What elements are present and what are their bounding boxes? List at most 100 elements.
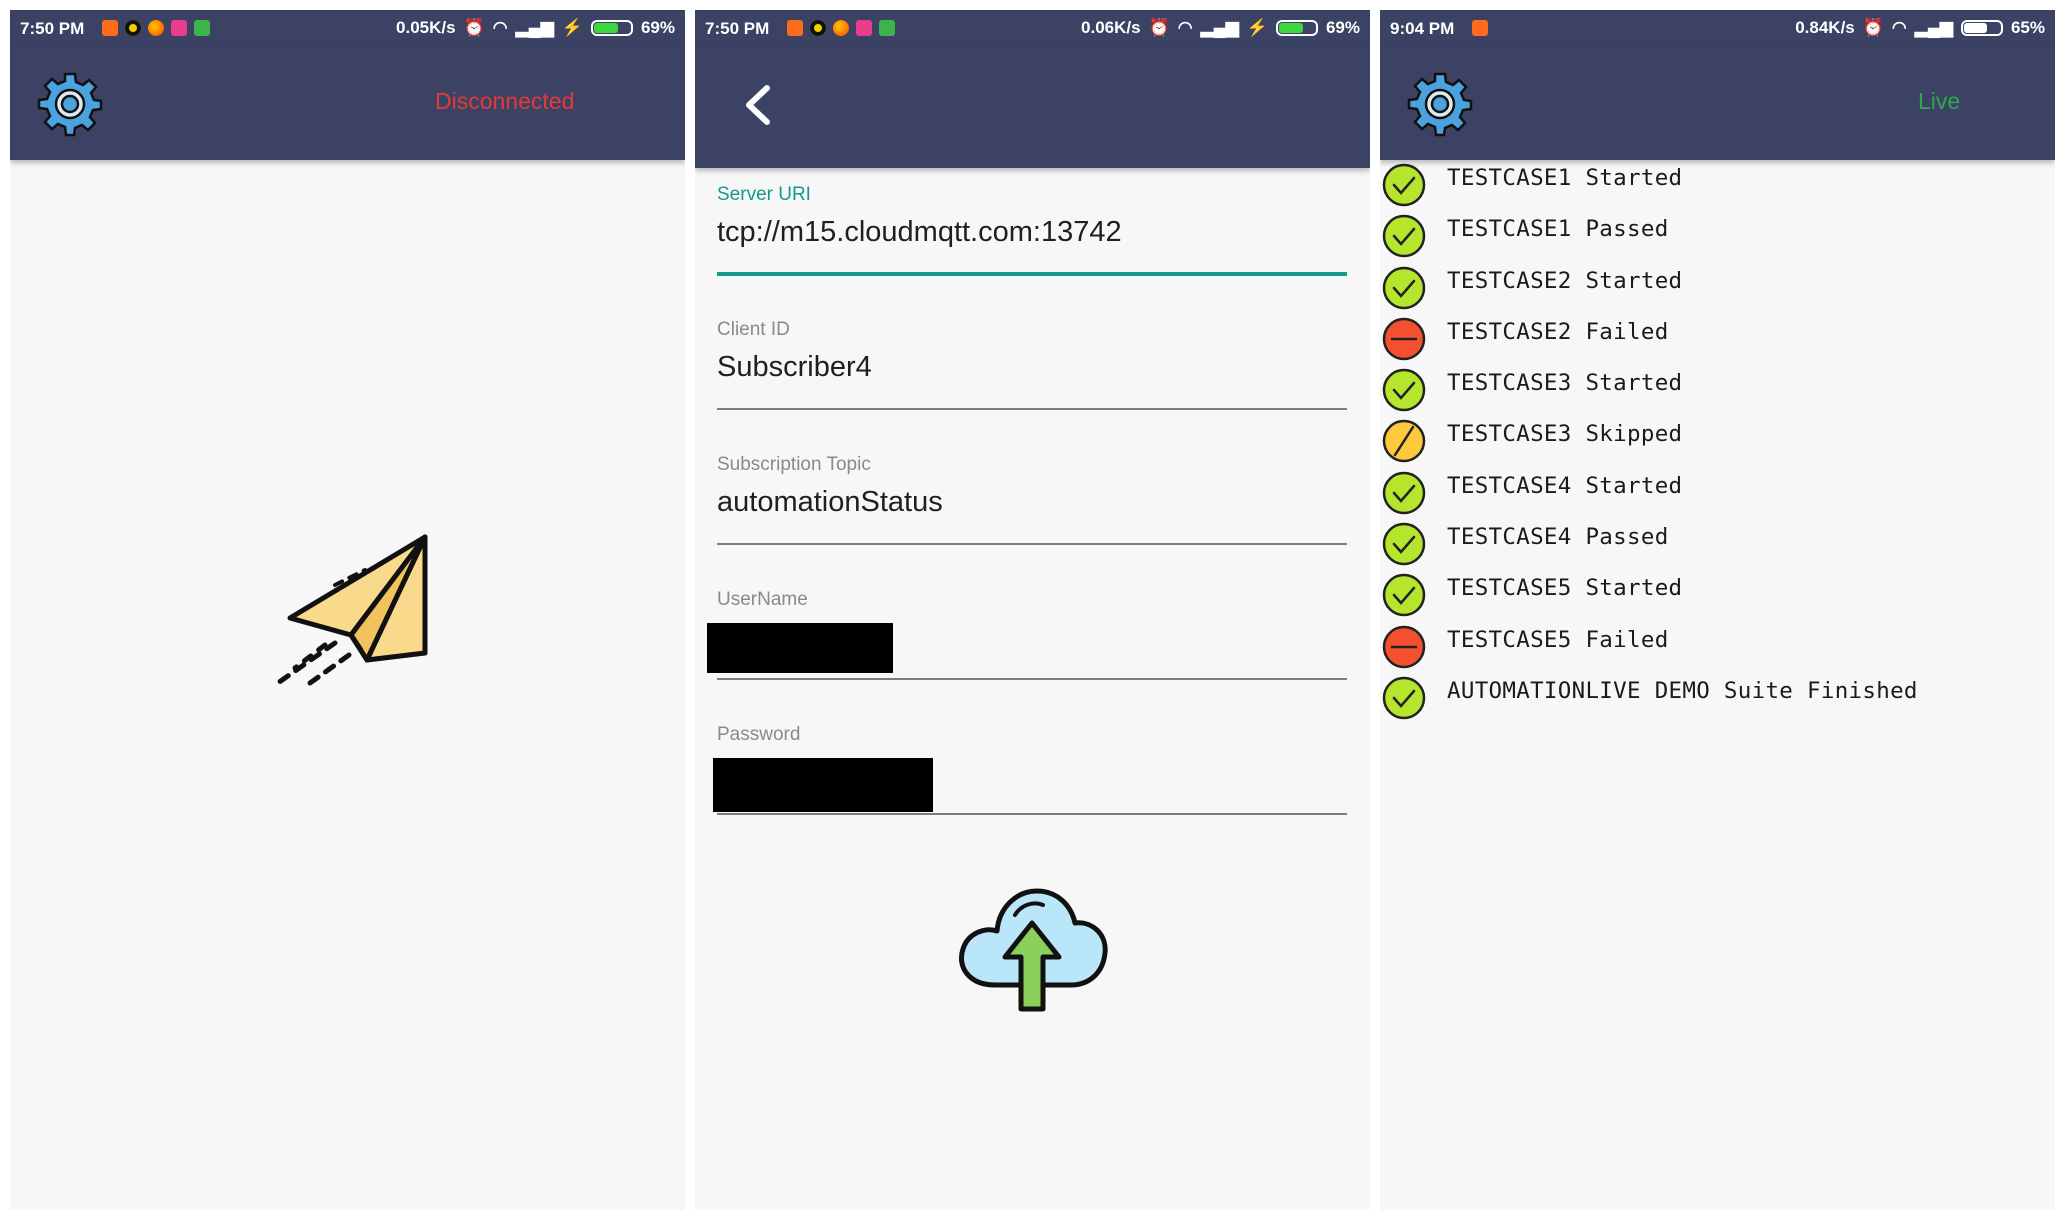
- client-id-field: Client ID: [717, 305, 1347, 440]
- log-text: TESTCASE2 Started: [1447, 267, 1683, 294]
- cloud-upload-icon[interactable]: [955, 885, 1110, 1020]
- battery-icon: [590, 20, 633, 36]
- log-text: TESTCASE2 Failed: [1447, 318, 1669, 345]
- check-icon: [1382, 266, 1426, 309]
- app-notification-icon: [171, 20, 187, 36]
- connection-status: Live: [1918, 88, 1961, 114]
- wifi-icon: ◠: [1177, 18, 1193, 37]
- log-text: TESTCASE4 Started: [1447, 472, 1683, 499]
- check-icon: [1382, 215, 1426, 258]
- status-time: 9:04 PM: [1390, 19, 1455, 38]
- battery-icon: [1275, 20, 1318, 36]
- log-text: TESTCASE5 Failed: [1447, 626, 1669, 653]
- input-underline: [717, 543, 1347, 545]
- topic-label: Subscription Topic: [717, 454, 871, 475]
- log-row: TESTCASE5 Started: [1380, 570, 2055, 621]
- password-input-redacted[interactable]: [713, 758, 933, 812]
- log-text: TESTCASE5 Started: [1447, 575, 1683, 602]
- signal-icon: ▂▄▆: [1914, 18, 1953, 37]
- skip-icon: [1382, 420, 1426, 463]
- log-text: TESTCASE1 Started: [1447, 165, 1683, 191]
- log-row: TESTCASE3 Skipped: [1380, 416, 2055, 467]
- server-uri-field: Server URI: [717, 170, 1347, 305]
- server-uri-label: Server URI: [717, 184, 811, 205]
- charging-icon: ⚡: [1246, 18, 1268, 37]
- battery-level: [1278, 23, 1304, 33]
- app-notification-icon: [125, 20, 141, 36]
- alarm-icon: ⏰: [1148, 18, 1170, 37]
- signal-icon: ▂▄▆: [515, 18, 554, 37]
- log-row: AUTOMATIONLIVE DEMO Suite Finished: [1380, 673, 2055, 724]
- paper-plane-icon: [272, 534, 428, 688]
- app-notification-icon: [810, 20, 826, 36]
- alarm-icon: ⏰: [1862, 18, 1884, 37]
- topic-input[interactable]: [717, 486, 1347, 519]
- check-icon: [1382, 471, 1426, 515]
- app-notification-icon: [856, 20, 872, 36]
- password-field: Password: [713, 710, 1347, 845]
- log-text: TESTCASE3 Started: [1447, 370, 1683, 397]
- firefox-icon: [148, 20, 164, 36]
- status-time: 7:50 PM: [20, 19, 85, 38]
- app-notification-icon: [787, 20, 803, 36]
- gear-icon[interactable]: [1406, 70, 1474, 138]
- network-speed: 0.05K/s: [396, 18, 456, 37]
- password-label: Password: [717, 724, 801, 745]
- log-text: TESTCASE1 Passed: [1447, 216, 1669, 243]
- status-right: 0.05K/s ⏰ ◠ ▂▄▆ ⚡ 69%: [396, 18, 675, 38]
- topic-field: Subscription Topic: [717, 440, 1347, 575]
- signal-icon: ▂▄▆: [1200, 18, 1239, 37]
- username-field: UserName: [707, 575, 1347, 710]
- screen-disconnected: 7:50 PM 0.05K/s ⏰ ◠ ▂▄▆ ⚡ 69% Disconnect…: [10, 10, 685, 1210]
- battery-percent: 65%: [2010, 18, 2045, 37]
- log-row: TESTCASE4 Passed: [1380, 519, 2055, 570]
- minus-circle-icon: [1382, 317, 1426, 361]
- android-icon: [879, 20, 895, 36]
- gear-icon[interactable]: [36, 70, 104, 138]
- server-uri-input[interactable]: [717, 216, 1347, 249]
- input-underline: [717, 813, 1347, 815]
- firefox-icon: [833, 20, 849, 36]
- network-speed: 0.84K/s: [1795, 18, 1855, 37]
- status-right: 0.06K/s ⏰ ◠ ▂▄▆ ⚡ 69%: [1081, 18, 1360, 38]
- log-row: TESTCASE1 Passed: [1380, 211, 2055, 262]
- app-bar: [695, 48, 1370, 168]
- client-id-label: Client ID: [717, 319, 790, 340]
- charging-icon: ⚡: [561, 18, 583, 37]
- check-icon: [1382, 163, 1426, 207]
- app-bar: Live: [1380, 48, 2055, 160]
- log-row: TESTCASE1 Started: [1380, 160, 2055, 211]
- connection-status: Disconnected: [435, 88, 575, 114]
- minus-circle-icon: [1382, 625, 1426, 668]
- network-speed: 0.06K/s: [1081, 18, 1141, 37]
- input-underline: [717, 408, 1347, 410]
- connection-form: Server URI Client ID Subscription Topic …: [707, 170, 1347, 845]
- check-icon: [1382, 368, 1426, 412]
- wifi-icon: ◠: [1891, 18, 1907, 37]
- alarm-icon: ⏰: [463, 18, 485, 37]
- status-bar: 9:04 PM 0.84K/s ⏰ ◠ ▂▄▆ 65%: [1380, 10, 2055, 48]
- notification-icons: [1472, 20, 1488, 36]
- log-text: TESTCASE3 Skipped: [1447, 421, 1683, 448]
- log-text: AUTOMATIONLIVE DEMO Suite Finished: [1447, 677, 1918, 704]
- app-notification-icon: [102, 20, 118, 36]
- log-row: TESTCASE3 Started: [1380, 365, 2055, 416]
- status-bar: 7:50 PM 0.06K/s ⏰ ◠ ▂▄▆ ⚡ 69%: [695, 10, 1370, 48]
- input-underline: [717, 272, 1347, 276]
- input-underline: [717, 678, 1347, 680]
- log-row: TESTCASE2 Failed: [1380, 314, 2055, 365]
- status-right: 0.84K/s ⏰ ◠ ▂▄▆ 65%: [1795, 18, 2045, 38]
- battery-level: [593, 23, 619, 33]
- log-row: TESTCASE4 Started: [1380, 468, 2055, 519]
- check-icon: [1382, 574, 1426, 617]
- battery-percent: 69%: [640, 18, 675, 37]
- app-notification-icon: [1472, 20, 1488, 36]
- check-icon: [1382, 522, 1426, 566]
- client-id-input[interactable]: [717, 351, 1347, 384]
- chevron-left-icon[interactable]: [739, 82, 775, 128]
- android-icon: [194, 20, 210, 36]
- username-label: UserName: [717, 589, 808, 610]
- username-input-redacted[interactable]: [707, 623, 893, 673]
- battery-icon: [1960, 20, 2003, 36]
- test-log-list: TESTCASE1 Started TESTCASE1 Passed TESTCAS…: [1380, 160, 2055, 724]
